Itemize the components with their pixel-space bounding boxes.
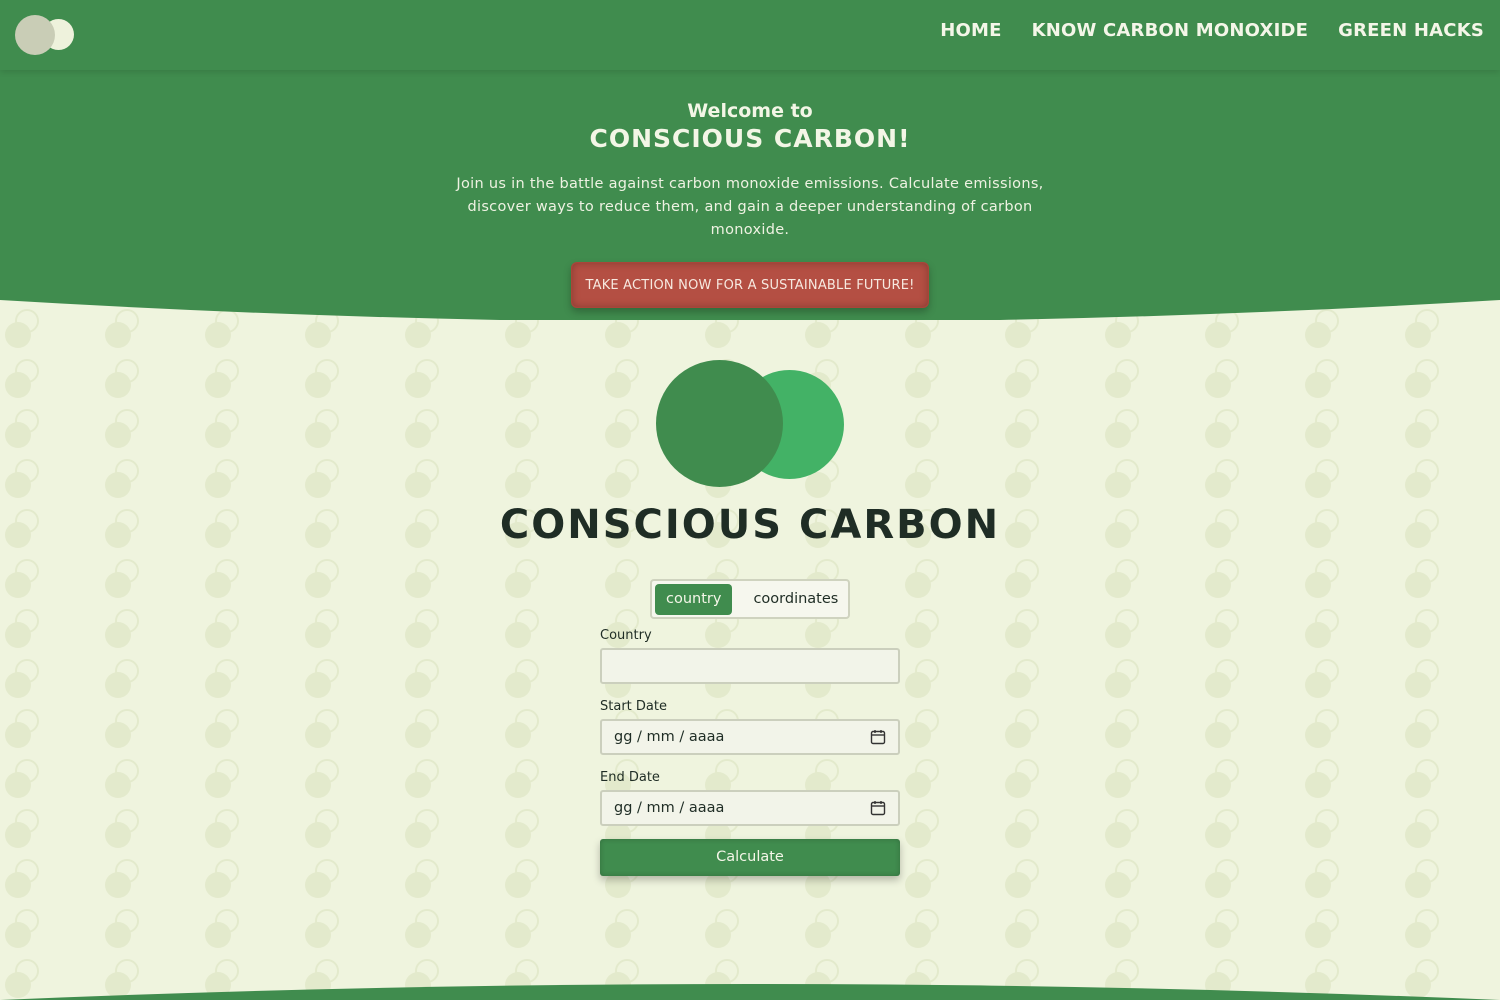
end-date-label: End Date (600, 770, 660, 785)
emissions-form: Country Start Date gg / mm / aaaa End Da… (600, 628, 900, 876)
take-action-button[interactable]: TAKE ACTION NOW FOR A SUSTAINABLE FUTURE… (571, 262, 929, 308)
footer-wave (0, 984, 1500, 1000)
hero-welcome-text: Welcome to (687, 100, 813, 122)
site-logo[interactable] (15, 15, 75, 55)
country-input[interactable] (614, 658, 886, 674)
end-date-placeholder: gg / mm / aaaa (614, 800, 725, 816)
brand-logo (656, 360, 846, 490)
country-field[interactable] (600, 648, 900, 684)
hero-title: CONSCIOUS CARBON! (589, 124, 911, 153)
start-date-field[interactable]: gg / mm / aaaa (600, 719, 900, 755)
country-label: Country (600, 628, 652, 643)
calendar-icon[interactable] (870, 800, 886, 816)
nav-green-hacks-link[interactable]: GREEN HACKS (1338, 20, 1484, 41)
nav-home-link[interactable]: HOME (940, 20, 1001, 41)
mode-country-button[interactable]: country (655, 583, 733, 615)
end-date-field[interactable]: gg / mm / aaaa (600, 790, 900, 826)
brand-title: CONSCIOUS CARBON (499, 502, 1001, 548)
top-navbar: HOME KNOW CARBON MONOXIDE GREEN HACKS (0, 0, 1500, 70)
nav-links: HOME KNOW CARBON MONOXIDE GREEN HACKS (940, 20, 1484, 41)
calculate-button[interactable]: Calculate (600, 839, 900, 876)
mode-coordinates-button[interactable]: coordinates (742, 584, 849, 615)
brand-logo-circle-dark (656, 360, 783, 487)
start-date-label: Start Date (600, 699, 667, 714)
nav-know-carbon-monoxide-link[interactable]: KNOW CARBON MONOXIDE (1032, 20, 1309, 41)
mode-toggle: country coordinates (650, 579, 850, 619)
hero-section: Welcome to CONSCIOUS CARBON! Join us in … (0, 70, 1500, 320)
start-date-placeholder: gg / mm / aaaa (614, 729, 725, 745)
logo-circle-left (15, 15, 55, 55)
hero-description: Join us in the battle against carbon mon… (456, 176, 1044, 238)
calendar-icon[interactable] (870, 729, 886, 745)
